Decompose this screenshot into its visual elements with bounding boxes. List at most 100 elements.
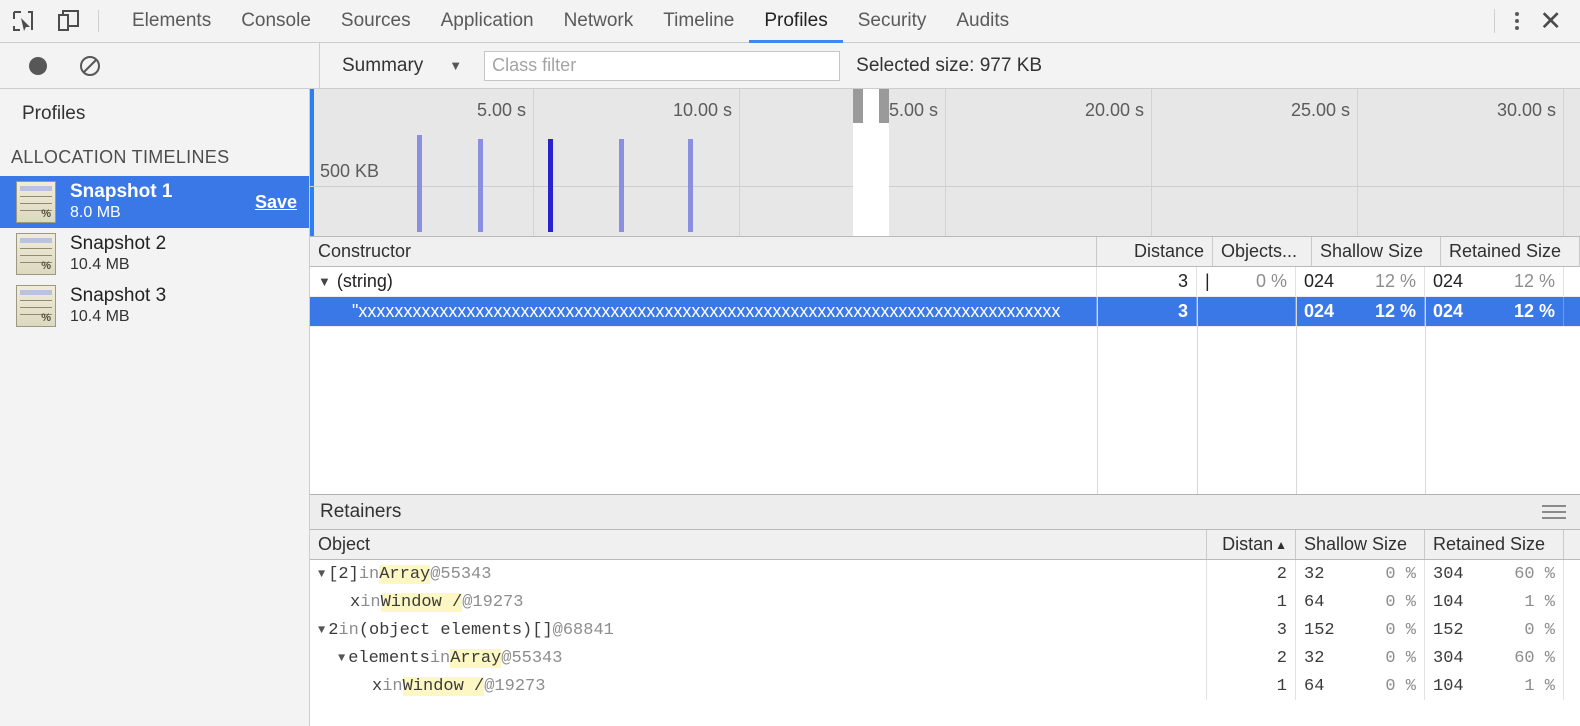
table-row[interactable]: ▼ [2] in Array @55343 2 32 0 % 304 60 % (310, 560, 1580, 588)
cell-objects: | 0 % (1197, 267, 1296, 296)
column-header-retained-size[interactable]: Retained Size (1441, 237, 1580, 266)
shallow-size-value: 32 (1304, 565, 1324, 584)
table-row[interactable]: x in Window / @19273 1 64 0 % 104 1 % (310, 588, 1580, 616)
device-toolbar-icon[interactable] (46, 0, 92, 42)
selection-handle-right[interactable] (879, 89, 889, 123)
cell-distance: 3 (1207, 616, 1296, 644)
retainer-prefix: elements (348, 649, 430, 668)
column-header-shallow-size[interactable]: Shallow Size (1312, 237, 1441, 266)
cell-distance: 2 (1207, 644, 1296, 672)
tab-timeline[interactable]: Timeline (648, 1, 749, 43)
tab-console[interactable]: Console (226, 1, 326, 43)
column-header-distance[interactable]: Distance (1113, 237, 1213, 266)
sidebar-item-snapshot-1[interactable]: % Snapshot 1 8.0 MB Save (0, 176, 309, 228)
table-row[interactable]: ▼ elements in Array @55343 2 32 0 % 304 … (310, 644, 1580, 672)
cell-retained-size: 024 12 % (1425, 267, 1564, 296)
retained-size-value: 024 (1433, 301, 1463, 322)
sidebar-item-snapshot-3[interactable]: % Snapshot 3 10.4 MB (0, 280, 309, 332)
overview-gridline (1151, 89, 1152, 236)
allocation-bar (619, 139, 624, 232)
snapshot-size: 10.4 MB (70, 307, 309, 326)
snapshot-thumbnail-icon: % (16, 233, 56, 275)
tab-network[interactable]: Network (549, 1, 649, 43)
hamburger-menu-icon[interactable] (1542, 505, 1566, 519)
secondary-toolbar: Summary ▼ Selected size: 977 KB (0, 43, 1580, 89)
table-row[interactable]: x in Window / @19273 1 64 0 % 104 1 % (310, 672, 1580, 700)
close-icon[interactable]: ✕ (1535, 8, 1580, 35)
cell-shallow-size: 64 0 % (1296, 588, 1425, 616)
retained-size-pct: 0 % (1524, 621, 1555, 640)
table-row[interactable]: ▼ 2 in (object elements)[] @68841 3 152 … (310, 616, 1580, 644)
actions-divider (1494, 9, 1495, 33)
tabbar-actions: ✕ (1490, 0, 1580, 42)
shallow-size-value: 024 (1304, 301, 1334, 322)
cell-object: x in Window / @19273 (310, 588, 1207, 616)
overview-selection-window[interactable] (853, 89, 889, 236)
table-row[interactable]: "xxxxxxxxxxxxxxxxxxxxxxxxxxxxxxxxxxxxxxx… (310, 297, 1580, 327)
cell-object: ▼ elements in Array @55343 (310, 644, 1207, 672)
tab-elements[interactable]: Elements (117, 1, 226, 43)
overview-gridline (533, 89, 534, 236)
retained-size-value: 024 (1433, 271, 1463, 292)
snapshot-thumbnail-icon: % (16, 181, 56, 223)
retained-size-pct: 1 % (1524, 677, 1555, 696)
cell-shallow-size: 64 0 % (1296, 672, 1425, 700)
tab-application[interactable]: Application (426, 1, 549, 43)
sidebar-section-header: ALLOCATION TIMELINES (0, 125, 309, 176)
vertical-dots-icon[interactable] (1499, 12, 1535, 30)
cell-retained-size: 152 0 % (1425, 616, 1564, 644)
retainer-in-keyword: in (338, 621, 358, 640)
retainers-grid-body: ▼ [2] in Array @55343 2 32 0 % 304 60 % (310, 560, 1580, 700)
save-snapshot-link[interactable]: Save (255, 192, 297, 213)
chevron-down-icon[interactable]: ▼ (449, 58, 462, 73)
snapshot-text: Snapshot 3 10.4 MB (70, 285, 309, 326)
expand-triangle-icon[interactable]: ▼ (318, 623, 325, 637)
snapshot-icon-badge: % (41, 312, 51, 324)
selection-handle-left[interactable] (853, 89, 863, 123)
inspect-element-icon[interactable] (0, 0, 46, 42)
view-mode-label[interactable]: Summary (342, 55, 423, 77)
cell-shallow-size: 024 12 % (1296, 297, 1425, 326)
tab-sources[interactable]: Sources (326, 1, 426, 43)
expand-triangle-icon[interactable]: ▼ (338, 651, 345, 665)
record-circle-icon[interactable] (12, 55, 64, 77)
tab-profiles[interactable]: Profiles (749, 1, 842, 43)
retainer-address: @55343 (430, 565, 491, 584)
sidebar-item-snapshot-2[interactable]: % Snapshot 2 10.4 MB (0, 228, 309, 280)
retained-size-pct: 60 % (1514, 565, 1555, 584)
overview-gridline (1357, 89, 1358, 236)
column-header-objects[interactable]: Objects... (1213, 237, 1312, 266)
selected-size-label: Selected size: 977 KB (856, 55, 1042, 77)
sidebar-title: Profiles (0, 89, 309, 125)
class-filter-input[interactable] (484, 51, 840, 81)
cell-distance: 3 (1097, 267, 1197, 296)
clear-prohibited-icon[interactable] (64, 55, 116, 77)
expand-triangle-icon[interactable]: ▼ (318, 567, 325, 581)
retainer-address: @19273 (462, 593, 523, 612)
shallow-size-pct: 0 % (1385, 621, 1416, 640)
column-header-distance[interactable]: Distan ▲ (1207, 530, 1296, 559)
snapshot-content: 5.00 s 10.00 s 15.00 s 20.00 s 25.00 s 3… (310, 89, 1580, 726)
tab-audits[interactable]: Audits (941, 1, 1024, 43)
expand-triangle-icon[interactable]: ▼ (318, 274, 331, 289)
allocation-overview-timeline[interactable]: 5.00 s 10.00 s 15.00 s 20.00 s 25.00 s 3… (310, 89, 1580, 237)
shallow-size-pct: 12 % (1375, 301, 1416, 322)
column-header-retained-size[interactable]: Retained Size (1425, 530, 1564, 559)
retainer-prefix: [2] (328, 565, 359, 584)
table-row[interactable]: ▼ (string) 3 | 0 % 024 12 % 024 12 % (310, 267, 1580, 297)
shallow-size-value: 152 (1304, 621, 1335, 640)
snapshot-name: Snapshot 3 (70, 285, 309, 307)
retainer-address: @68841 (553, 621, 614, 640)
shallow-size-pct: 0 % (1385, 677, 1416, 696)
column-separator (1197, 297, 1198, 494)
snapshot-text: Snapshot 1 8.0 MB (70, 181, 255, 222)
column-header-object[interactable]: Object (310, 530, 1207, 559)
constructor-grid-header: Constructor Distance Objects... Shallow … (310, 237, 1580, 267)
shallow-size-pct: 0 % (1385, 565, 1416, 584)
retainers-grid-header: Object Distan ▲ Shallow Size Retained Si… (310, 530, 1580, 560)
tab-security[interactable]: Security (843, 1, 942, 43)
column-header-constructor[interactable]: Constructor (310, 237, 1097, 266)
column-header-shallow-size[interactable]: Shallow Size (1296, 530, 1425, 559)
cell-retained-size: 304 60 % (1425, 560, 1564, 588)
cell-distance: 3 (1097, 297, 1197, 326)
